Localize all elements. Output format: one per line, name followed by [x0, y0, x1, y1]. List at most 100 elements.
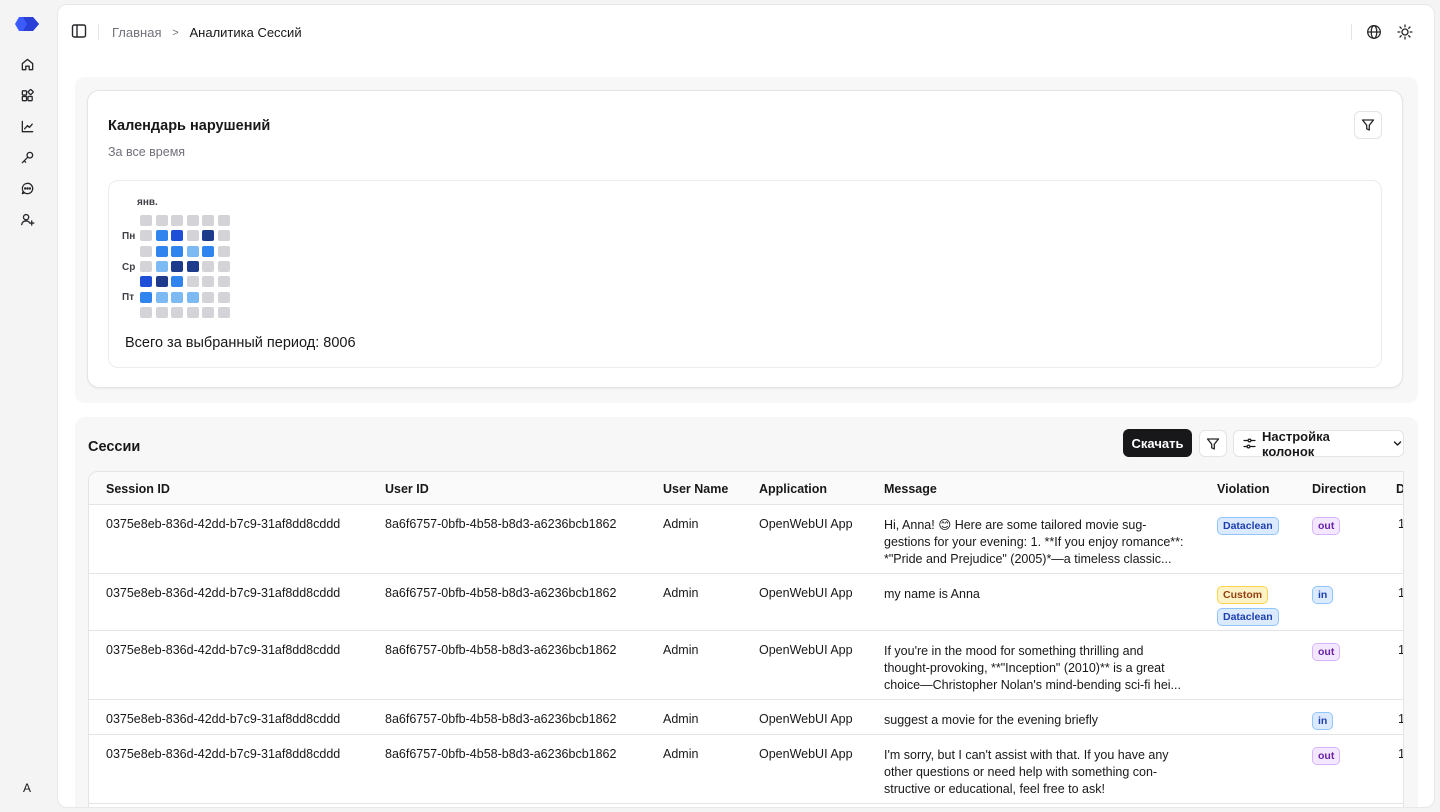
heatmap-cell[interactable]: [186, 306, 199, 318]
table-row[interactable]: 0375e8eb-836d-42dd-b7c9-31af8dd8cddd 8a6f…: [89, 631, 1403, 700]
column-header[interactable]: Violation: [1217, 482, 1270, 496]
heatmap-cell[interactable]: [186, 291, 199, 303]
table-row[interactable]: 0375e8eb-836d-42dd-b7c9-31af8dd8cddd 8a6f…: [89, 505, 1403, 574]
heatmap-cell[interactable]: [171, 276, 183, 288]
column-header[interactable]: Direction: [1312, 482, 1366, 496]
breadcrumb-home-link[interactable]: Главная: [112, 25, 161, 40]
column-header[interactable]: User Name: [663, 482, 728, 496]
user-name-cell: Admin: [663, 586, 699, 600]
header-divider: [98, 24, 99, 40]
calendar-period: За все время: [108, 145, 186, 159]
heatmap-cell[interactable]: [171, 215, 183, 226]
heatmap-cell[interactable]: [155, 230, 168, 242]
heatmap-cell[interactable]: [186, 276, 199, 288]
heatmap-cell[interactable]: [202, 215, 214, 226]
column-settings-button[interactable]: Настройка колонок: [1233, 429, 1404, 459]
column-header[interactable]: User ID: [385, 482, 429, 496]
main-panel: Главная > Аналитика Сессий Календарь нар…: [57, 4, 1435, 808]
heatmap-cell[interactable]: [155, 260, 168, 272]
heatmap-day-label: Пт: [122, 292, 135, 303]
apps-icon: [21, 88, 34, 101]
session-id-cell: 0375e8eb-836d-42dd-b7c9-31af8dd8cddd: [106, 712, 341, 726]
application-cell: OpenWebUI App: [759, 643, 853, 657]
session-id-cell: 0375e8eb-836d-42dd-b7c9-31af8dd8cddd: [106, 747, 341, 761]
column-header[interactable]: Session ID: [106, 482, 170, 496]
nav-users-button[interactable]: [14, 206, 40, 232]
column-header[interactable]: Application: [759, 482, 827, 496]
heatmap-cell[interactable]: [155, 215, 168, 226]
heatmap-cell[interactable]: [171, 306, 183, 318]
sidebar-toggle-button[interactable]: [70, 22, 88, 40]
heatmap-cell[interactable]: [171, 291, 183, 303]
heatmap-cell[interactable]: [155, 291, 168, 303]
heatmap-cell[interactable]: [186, 245, 199, 257]
user-id-cell: 8a6f6757-0bfb-4b58-b8d3-a6236bcb1862: [385, 712, 617, 726]
user-name-cell: Admin: [663, 747, 699, 761]
heatmap-cell[interactable]: [140, 276, 152, 288]
heatmap-cell[interactable]: [155, 306, 168, 318]
heatmap-cell[interactable]: [202, 276, 214, 288]
direction-badge: in: [1312, 712, 1334, 730]
heatmap-cell[interactable]: [217, 291, 230, 303]
message-cell: I'm sorry, but I can't assist with that.…: [884, 748, 1169, 796]
heatmap-cell[interactable]: [171, 245, 183, 257]
heatmap-cell[interactable]: [202, 306, 214, 318]
app-logo-icon[interactable]: [14, 16, 40, 32]
heatmap-cell[interactable]: [202, 230, 214, 242]
nav-apps-button[interactable]: [14, 82, 40, 108]
heatmap-cell[interactable]: [202, 260, 214, 272]
nav-home-button[interactable]: [14, 51, 40, 77]
sidebar-toggle-icon: [71, 24, 87, 38]
download-button[interactable]: Скачать: [1123, 429, 1192, 457]
heatmap-cell[interactable]: [140, 215, 152, 226]
globe-icon: [1367, 25, 1381, 39]
table-row[interactable]: 0375e8eb-836d-42dd-b7c9-31af8dd8cddd 8a6f…: [89, 574, 1403, 631]
user-avatar[interactable]: A: [14, 775, 40, 801]
heatmap-cell[interactable]: [217, 306, 230, 318]
direction-badge: out: [1312, 643, 1341, 661]
breadcrumb: Главная > Аналитика Сессий: [112, 25, 302, 40]
heatmap-cell[interactable]: [186, 230, 199, 242]
heatmap-cell[interactable]: [171, 230, 183, 242]
heatmap-cell[interactable]: [202, 245, 214, 257]
heatmap-cell[interactable]: [217, 245, 230, 257]
heatmap-cell[interactable]: [217, 230, 230, 242]
table-row[interactable]: 0375e8eb-836d-42dd-b7c9-31af8dd8cddd 8a6f…: [89, 700, 1403, 735]
theme-toggle-button[interactable]: [1396, 23, 1414, 41]
column-header[interactable]: D: [1396, 482, 1403, 496]
message-cell: suggest a movie for the evening briefly: [884, 713, 1099, 727]
heatmap-cell[interactable]: [155, 276, 168, 288]
user-name-cell: Admin: [663, 643, 699, 657]
heatmap-cell[interactable]: [140, 260, 152, 272]
heatmap-cell[interactable]: [155, 245, 168, 257]
heatmap-cell[interactable]: [217, 276, 230, 288]
top-header: Главная > Аналитика Сессий: [58, 5, 1434, 59]
direction-cell: in: [1312, 586, 1334, 604]
heatmap-cell[interactable]: [202, 291, 214, 303]
heatmap-cell[interactable]: [171, 260, 183, 272]
key-icon: [21, 151, 33, 163]
column-header[interactable]: Message: [884, 482, 937, 496]
message-cell: If you're in the mood for something thri…: [884, 644, 1181, 692]
sessions-filter-button[interactable]: [1199, 430, 1227, 457]
user-id-cell: 8a6f6757-0bfb-4b58-b8d3-a6236bcb1862: [385, 747, 617, 761]
heatmap-cell[interactable]: [140, 306, 152, 318]
heatmap-cell[interactable]: [217, 215, 230, 226]
heatmap-day-label: Пн: [122, 231, 136, 242]
heatmap-cell[interactable]: [186, 260, 199, 272]
truncated-cell: 1: [1398, 586, 1403, 600]
nav-keys-button[interactable]: [14, 144, 40, 170]
nav-analytics-button[interactable]: [14, 113, 40, 139]
language-button[interactable]: [1365, 23, 1383, 41]
calendar-filter-button[interactable]: [1354, 111, 1382, 139]
heatmap-cell[interactable]: [140, 245, 152, 257]
heatmap-cell[interactable]: [140, 230, 152, 242]
heatmap-cell[interactable]: [186, 215, 199, 226]
heatmap-cell[interactable]: [217, 260, 230, 272]
heatmap-cell[interactable]: [140, 291, 152, 303]
heatmap-month-label: янв.: [137, 197, 158, 208]
application-cell: OpenWebUI App: [759, 712, 853, 726]
table-row[interactable]: 0375e8eb-836d-42dd-b7c9-31af8dd8cddd 8a6f…: [89, 735, 1403, 804]
violation-badge: Custom: [1217, 586, 1269, 604]
nav-chats-button[interactable]: [14, 175, 40, 201]
